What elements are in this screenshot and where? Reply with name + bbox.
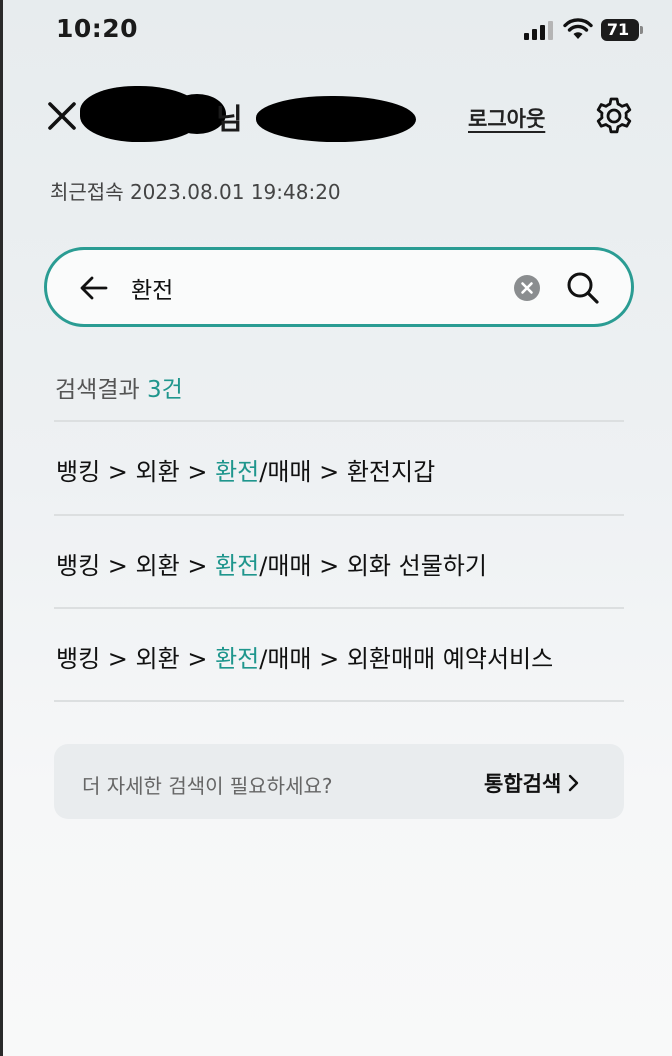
clear-icon[interactable] [513,274,541,302]
more-search-text: 더 자세한 검색이 필요하세요? [82,774,333,798]
divider [54,700,624,702]
battery-icon: 71 [601,19,643,41]
result-item[interactable]: 뱅킹 > 외환 > 환전/매매 > 외환매매 예약서비스 [54,609,624,701]
result-item[interactable]: 뱅킹 > 외환 > 환전/매매 > 환전지갑 [54,422,624,514]
integrated-search-link[interactable]: 통합검색 [484,768,579,798]
last-login-info: 최근접속 2023.08.01 19:48:20 [50,180,341,204]
result-path-suffix: /매매 > 환전지갑 [259,458,436,486]
wifi-icon [563,18,593,39]
chevron-right-icon [569,774,579,792]
user-greeting-suffix: 님 [216,102,243,136]
result-highlight: 환전 [215,645,260,673]
result-item[interactable]: 뱅킹 > 외환 > 환전/매매 > 외화 선물하기 [54,516,624,608]
signal-icon [524,20,554,40]
result-count-label: 검색결과 [55,377,140,403]
integrated-search-banner: 더 자세한 검색이 필요하세요? 통합검색 [54,744,624,819]
integrated-search-label: 통합검색 [484,772,562,796]
result-path-suffix: /매매 > 외환매매 예약서비스 [259,645,554,673]
result-highlight: 환전 [215,458,260,486]
battery-level: 71 [606,20,630,39]
result-path: 뱅킹 > 외환 > 환전/매매 > 외환매매 예약서비스 [56,639,553,674]
result-count-number: 3건 [146,377,183,403]
search-bar [44,247,634,327]
result-path: 뱅킹 > 외환 > 환전/매매 > 환전지갑 [56,452,435,487]
user-info: 님 [76,82,426,146]
gear-icon[interactable] [594,96,634,136]
search-input[interactable] [131,268,511,308]
result-path-prefix: 뱅킹 > 외환 > [56,552,216,580]
result-path: 뱅킹 > 외환 > 환전/매매 > 외화 선물하기 [56,546,487,581]
result-path-prefix: 뱅킹 > 외환 > [56,645,216,673]
result-highlight: 환전 [215,552,260,580]
back-arrow-icon[interactable] [79,274,109,302]
redacted-badge [256,96,416,142]
screen-edge [0,0,3,1056]
search-icon[interactable] [565,270,601,306]
result-count: 검색결과 3건 [55,370,183,404]
result-path-prefix: 뱅킹 > 외환 > [56,458,216,486]
status-time: 10:20 [56,14,139,43]
close-icon[interactable] [44,96,80,136]
status-bar: 10:20 71 [0,0,672,62]
logout-link[interactable]: 로그아웃 [468,103,545,133]
result-path-suffix: /매매 > 외화 선물하기 [259,552,487,580]
